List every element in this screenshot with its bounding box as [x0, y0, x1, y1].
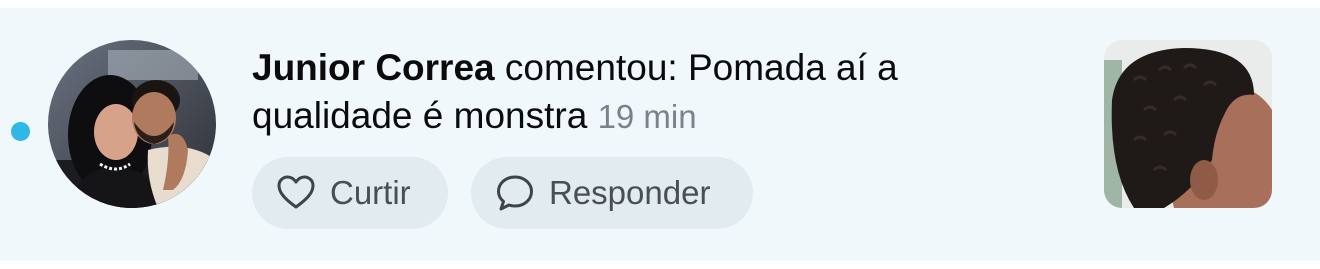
avatar-photo [48, 40, 216, 208]
timestamp: 19 min [597, 98, 697, 135]
avatar[interactable] [48, 40, 216, 208]
heart-icon [276, 173, 316, 213]
reply-label: Responder [549, 174, 711, 211]
speech-bubble-icon [495, 173, 535, 213]
reply-button[interactable]: Responder [471, 157, 753, 229]
like-button[interactable]: Curtir [252, 157, 448, 229]
post-thumbnail[interactable] [1104, 40, 1272, 208]
thumbnail-photo [1104, 40, 1272, 208]
like-label: Curtir [330, 174, 411, 211]
comment-notification[interactable]: Junior Correa comentou: Pomada aí a qual… [0, 8, 1320, 261]
notification-text: Junior Correa comentou: Pomada aí a qual… [252, 44, 1052, 141]
author-name[interactable]: Junior Correa [252, 47, 495, 88]
unread-indicator [11, 122, 30, 141]
